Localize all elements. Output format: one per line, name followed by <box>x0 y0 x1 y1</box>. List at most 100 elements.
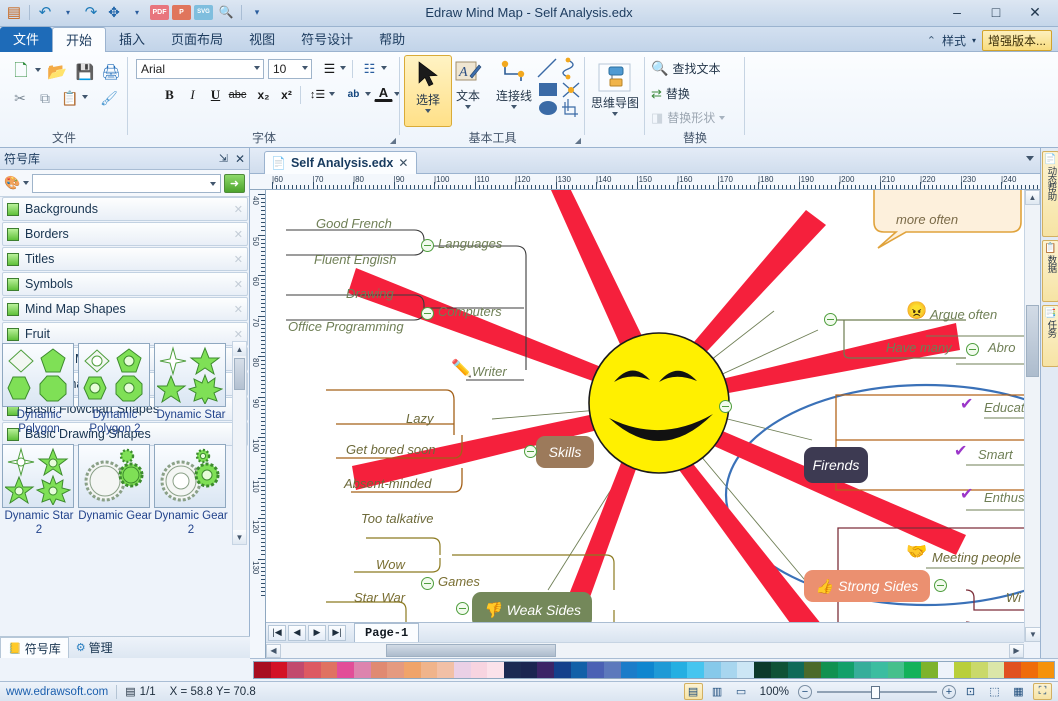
leaf-abroad[interactable]: Abro <box>988 340 1015 355</box>
color-swatch[interactable] <box>621 662 638 678</box>
leaf-languages[interactable]: Languages <box>438 236 502 251</box>
color-swatch[interactable] <box>938 662 955 678</box>
normal-view-button[interactable]: ▤ <box>684 683 703 700</box>
leaf-office-programming[interactable]: Office Programming <box>288 319 404 334</box>
scroll-down-icon[interactable]: ▼ <box>1025 627 1041 642</box>
copy-icon[interactable]: ⧉ <box>33 87 57 109</box>
shape-dynamic-star-2[interactable]: Dynamic Star 2 <box>2 444 76 543</box>
leaf-good-french[interactable]: Good French <box>316 216 392 231</box>
basic-tools-dialog-launcher[interactable]: ◢ <box>575 136 581 145</box>
scroll-right-icon[interactable]: ▶ <box>1009 644 1024 658</box>
right-tab-task[interactable]: 📑 任务 <box>1042 305 1058 367</box>
last-page-button[interactable]: ▶| <box>328 625 346 641</box>
replace-item[interactable]: ⇄ 替换 <box>649 84 692 103</box>
close-icon[interactable]: ✕ <box>234 203 243 216</box>
leaf-too-talkative[interactable]: Too talkative <box>361 511 434 526</box>
color-swatch[interactable] <box>454 662 471 678</box>
close-icon[interactable]: ✕ <box>234 228 243 241</box>
page-tab-page-1[interactable]: Page-1 <box>354 623 419 642</box>
color-swatch[interactable] <box>821 662 838 678</box>
font-family-combo[interactable]: Arial <box>136 59 264 79</box>
ribbon-tab-view[interactable]: 视图 <box>236 27 288 52</box>
scroll-down-icon[interactable]: ▼ <box>233 530 246 544</box>
maximize-button[interactable]: □ <box>977 1 1015 23</box>
highlight-dropdown-icon[interactable] <box>365 92 371 96</box>
style-menu[interactable]: 样式 <box>942 32 966 49</box>
shape-tools-group[interactable] <box>534 57 590 119</box>
color-swatch[interactable] <box>871 662 888 678</box>
mindmap-node-skills[interactable]: Skills <box>536 436 594 468</box>
collapse-toggle-have-many[interactable] <box>966 343 979 356</box>
color-swatch[interactable] <box>254 662 271 678</box>
chevron-down-icon[interactable] <box>612 112 618 116</box>
color-swatch[interactable] <box>904 662 921 678</box>
leaf-drawing[interactable]: Drawing <box>346 286 394 301</box>
library-category-icon[interactable]: 🎨 <box>4 175 20 191</box>
strikethrough-button[interactable]: abc <box>228 85 247 104</box>
library-search-input[interactable] <box>32 174 221 193</box>
color-swatch[interactable] <box>421 662 438 678</box>
shape-dynamic-polygon-2[interactable]: Dynamic Polygon 2 <box>78 343 152 442</box>
library-vertical-scrollbar[interactable]: ▲ ▼ <box>232 341 247 545</box>
fit-page-button[interactable]: ⊡ <box>961 683 980 700</box>
color-swatch[interactable] <box>687 662 704 678</box>
leaf-meeting-people[interactable]: Meeting people <box>932 550 1021 565</box>
superscript-button[interactable]: x² <box>277 85 296 104</box>
close-icon[interactable]: ✕ <box>234 303 243 316</box>
color-swatch[interactable] <box>671 662 688 678</box>
color-swatch[interactable] <box>371 662 388 678</box>
color-swatch[interactable] <box>387 662 404 678</box>
leaf-writer[interactable]: Writer <box>472 364 507 379</box>
collapse-toggle-center[interactable] <box>719 400 732 413</box>
right-tab-dynamic-help[interactable]: 📄 动态帮助 <box>1042 151 1058 237</box>
subscript-button[interactable]: x₂ <box>254 85 273 104</box>
leaf-games[interactable]: Games <box>438 574 480 589</box>
canvas-horizontal-scrollbar[interactable]: ◀ ▶ <box>266 642 1024 658</box>
italic-button[interactable]: I <box>183 85 202 104</box>
scrollbar-thumb[interactable] <box>386 644 556 657</box>
color-swatch[interactable] <box>337 662 354 678</box>
zoom-knob[interactable] <box>871 686 880 699</box>
collapse-toggle-languages[interactable] <box>421 239 434 252</box>
new-document-icon[interactable]: 🗋 <box>8 60 34 84</box>
color-swatch[interactable] <box>554 662 571 678</box>
color-swatch[interactable] <box>921 662 938 678</box>
drawing-canvas[interactable]: Skills Firends 👎 Weak Sides 👍 Strong Sid… <box>266 190 1024 658</box>
chevron-down-icon[interactable] <box>465 105 471 109</box>
color-swatch[interactable] <box>804 662 821 678</box>
font-color-button[interactable]: A <box>374 85 393 102</box>
next-page-button[interactable]: ▶ <box>308 625 326 641</box>
color-swatch[interactable] <box>404 662 421 678</box>
prev-page-button[interactable]: ◀ <box>288 625 306 641</box>
zoom-in-button[interactable]: + <box>942 685 956 699</box>
color-swatch[interactable] <box>954 662 971 678</box>
collapse-toggle-computers[interactable] <box>421 307 434 320</box>
library-item-backgrounds[interactable]: Backgrounds✕ <box>2 197 248 221</box>
underline-button[interactable]: U <box>206 85 225 104</box>
bullets-dropdown-icon[interactable] <box>381 66 387 70</box>
color-swatch[interactable] <box>537 662 554 678</box>
scrollbar-thumb[interactable] <box>1026 305 1039 377</box>
canvas-vertical-scrollbar[interactable]: ▲ ▼ <box>1024 190 1040 642</box>
leaf-lazy[interactable]: Lazy <box>406 411 433 426</box>
leaf-educated[interactable]: Educate <box>984 400 1024 415</box>
color-swatch[interactable] <box>571 662 588 678</box>
color-swatch[interactable] <box>304 662 321 678</box>
mindmap-node-strong-sides[interactable]: 👍 Strong Sides <box>804 570 930 602</box>
presentation-view-button[interactable]: ▭ <box>732 683 751 700</box>
zoom-out-button[interactable]: − <box>798 685 812 699</box>
collapse-toggle-firends[interactable] <box>824 313 837 326</box>
collapse-toggle-strong-sides[interactable] <box>934 579 947 592</box>
align-dropdown-icon[interactable] <box>340 66 346 70</box>
bullets-button[interactable]: ☷ <box>360 59 379 78</box>
color-swatch[interactable] <box>838 662 855 678</box>
leaf-wow[interactable]: Wow <box>376 557 405 572</box>
color-swatch[interactable] <box>471 662 488 678</box>
close-icon[interactable]: ✕ <box>398 156 408 170</box>
print-icon[interactable]: 🖨 <box>99 60 123 84</box>
bold-button[interactable]: B <box>160 85 179 104</box>
document-tab[interactable]: 📄 Self Analysis.edx ✕ <box>264 151 417 174</box>
line-spacing-dropdown-icon[interactable] <box>329 92 335 96</box>
collapse-ribbon-icon[interactable]: ⌃ <box>927 34 936 47</box>
pin-icon[interactable]: ⇲ <box>219 152 228 166</box>
